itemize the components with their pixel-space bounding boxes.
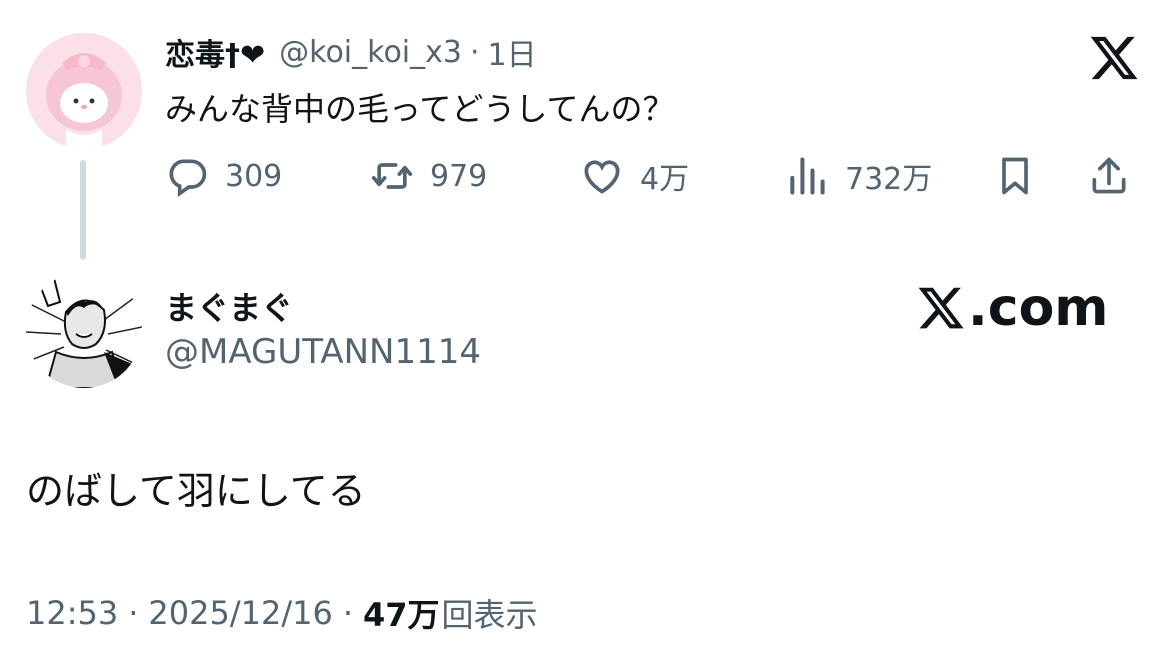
manga-character-avatar-icon xyxy=(26,272,142,388)
tweet-time[interactable]: 12:53 xyxy=(26,594,118,632)
analytics-icon xyxy=(790,157,825,195)
header-separator: · xyxy=(469,34,480,70)
parent-time[interactable]: 1日 xyxy=(488,30,537,74)
tweet-date[interactable]: 2025/12/16 xyxy=(148,594,332,632)
reply-tweet-text: のばして羽にしてる xyxy=(26,469,366,513)
bookmark-button[interactable] xyxy=(993,150,1037,202)
views-total: 47万 xyxy=(363,596,440,634)
tweet-actions-bar: 309 979 4万 732万 xyxy=(165,150,1145,202)
share-button[interactable] xyxy=(1087,150,1131,202)
views-count: 732万 xyxy=(845,162,933,197)
like-button[interactable]: 4万 xyxy=(580,150,689,202)
site-domain-text: .com xyxy=(968,278,1109,338)
x-logo-icon xyxy=(918,287,964,329)
heart-icon xyxy=(584,160,620,194)
reply-icon xyxy=(169,159,207,197)
reply-count: 309 xyxy=(225,158,283,194)
footer-separator: · xyxy=(128,594,139,632)
reply-display-name[interactable]: まぐまぐ xyxy=(165,283,293,329)
parent-avatar[interactable] xyxy=(26,33,142,149)
parent-tweet-text: みんな背中の毛ってどうしてんの？ xyxy=(165,90,675,128)
views-label: 回表示 xyxy=(441,596,538,634)
parent-display-name[interactable]: 恋毒†❤ xyxy=(165,30,265,74)
tweet-meta-footer: 12:53 · 2025/12/16 · 47万 回表示 xyxy=(26,590,538,636)
views-button[interactable]: 732万 xyxy=(785,150,932,202)
footer-separator: · xyxy=(342,594,353,632)
thread-line xyxy=(80,160,86,260)
repost-button[interactable]: 979 xyxy=(370,150,487,202)
share-icon xyxy=(1092,157,1126,194)
reply-button[interactable]: 309 xyxy=(165,150,282,202)
repost-count: 979 xyxy=(430,158,488,194)
x-com-branding: .com xyxy=(916,278,1109,338)
x-logo-icon xyxy=(1090,36,1138,80)
my-melody-avatar-icon xyxy=(26,33,142,149)
like-count: 4万 xyxy=(640,162,690,197)
parent-handle[interactable]: @koi_koi_x3 xyxy=(279,35,462,70)
reply-avatar[interactable] xyxy=(26,272,142,388)
parent-tweet-header: 恋毒†❤ @koi_koi_x3 · 1日 xyxy=(165,30,537,74)
bookmark-icon xyxy=(1002,157,1028,195)
reply-handle[interactable]: @MAGUTANN1114 xyxy=(165,332,481,372)
repost-icon xyxy=(371,163,413,189)
